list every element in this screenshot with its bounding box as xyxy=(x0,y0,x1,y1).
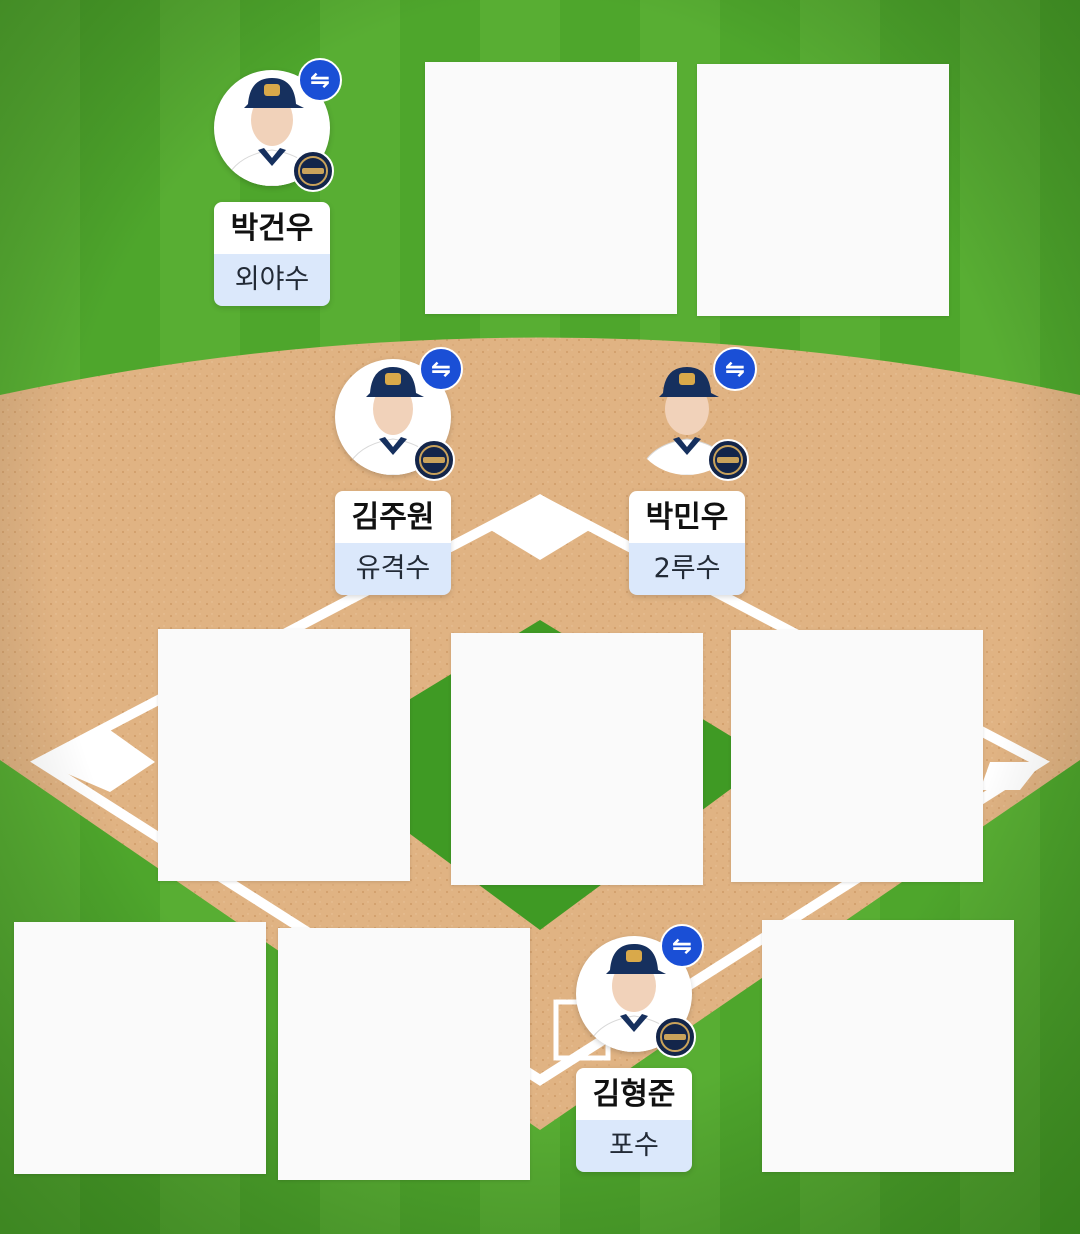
player-name: 박건우 xyxy=(214,202,330,254)
player-card[interactable]: ⇋ 박민우 2루수 xyxy=(629,347,757,599)
player-position: 유격수 xyxy=(335,543,451,595)
swap-icon[interactable]: ⇋ xyxy=(660,924,704,968)
dinos-logo-icon xyxy=(413,439,455,481)
dinos-logo-icon xyxy=(292,150,334,192)
player-position: 2루수 xyxy=(629,543,745,595)
blank-panel xyxy=(731,630,983,882)
player-label[interactable]: 김형준 포수 xyxy=(576,1068,692,1172)
player-position: 외야수 xyxy=(214,254,330,306)
swap-icon[interactable]: ⇋ xyxy=(713,347,757,391)
player-label[interactable]: 박건우 외야수 xyxy=(214,202,330,306)
player-name: 김주원 xyxy=(335,491,451,543)
player-card[interactable]: ⇋ 김주원 유격수 xyxy=(335,347,463,599)
player-name: 김형준 xyxy=(576,1068,692,1120)
blank-panel xyxy=(451,633,703,885)
player-card[interactable]: ⇋ 박건우 외야수 xyxy=(214,58,342,310)
dinos-logo-icon xyxy=(654,1016,696,1058)
blank-panel xyxy=(14,922,266,1174)
blank-panel xyxy=(762,920,1014,1172)
swap-icon[interactable]: ⇋ xyxy=(419,347,463,391)
player-card[interactable]: ⇋ 김형준 포수 xyxy=(576,924,704,1176)
player-label[interactable]: 박민우 2루수 xyxy=(629,491,745,595)
blank-panel xyxy=(278,928,530,1180)
blank-panel xyxy=(425,62,677,314)
blank-panel xyxy=(158,629,410,881)
blank-panel xyxy=(697,64,949,316)
player-position: 포수 xyxy=(576,1120,692,1172)
dinos-logo-icon xyxy=(707,439,749,481)
player-label[interactable]: 김주원 유격수 xyxy=(335,491,451,595)
swap-icon[interactable]: ⇋ xyxy=(298,58,342,102)
player-name: 박민우 xyxy=(629,491,745,543)
